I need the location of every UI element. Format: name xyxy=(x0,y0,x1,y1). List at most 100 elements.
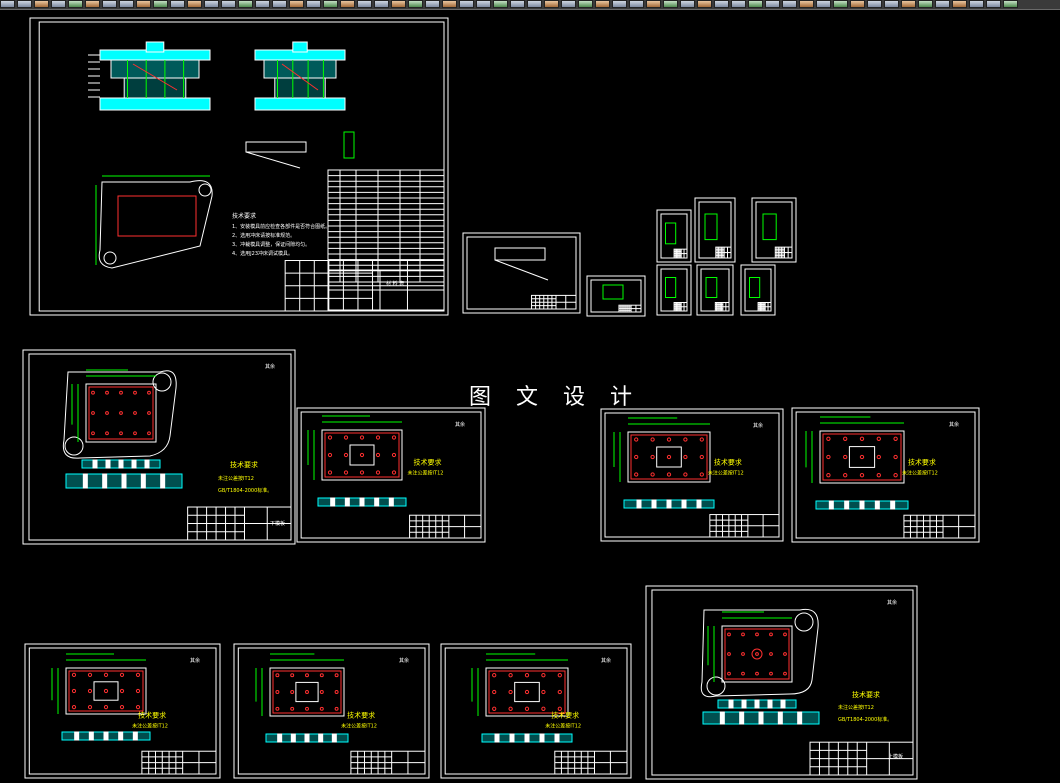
toolbar-tool-button[interactable] xyxy=(153,0,168,8)
side-view-hole xyxy=(494,733,500,743)
strip-layout-edge xyxy=(245,151,301,169)
toolbar-tool-button[interactable] xyxy=(969,0,984,8)
toolbar-tool-button[interactable] xyxy=(374,0,389,8)
toolbar-tool-button[interactable] xyxy=(425,0,440,8)
toolbar-tool-button[interactable] xyxy=(289,0,304,8)
toolbar-tool-button[interactable] xyxy=(935,0,950,8)
bolt-hole xyxy=(893,454,898,460)
tech-requirements-line: 3、冲裁模具调整，保证间隙均匀。 xyxy=(232,241,310,248)
toolbar-tool-button[interactable] xyxy=(459,0,474,8)
toolbar-tool-button[interactable] xyxy=(884,0,899,8)
part-detail xyxy=(705,277,718,298)
toolbar-tool-button[interactable] xyxy=(306,0,321,8)
side-view-hole xyxy=(118,731,124,741)
toolbar-tool-button[interactable] xyxy=(187,0,202,8)
sheet-frame-outer xyxy=(462,232,581,314)
toolbar-tool-button[interactable] xyxy=(544,0,559,8)
toolbar-tool-button[interactable] xyxy=(680,0,695,8)
toolbar-tool-button[interactable] xyxy=(663,0,678,8)
toolbar-tool-button[interactable] xyxy=(527,0,542,8)
toolbar-tool-button[interactable] xyxy=(272,0,287,8)
bolt-hole xyxy=(391,435,397,440)
bolt-hole xyxy=(327,435,333,440)
toolbar-tool-button[interactable] xyxy=(85,0,100,8)
toolbar-tool-button[interactable] xyxy=(221,0,236,8)
toolbar-tool-button[interactable] xyxy=(782,0,797,8)
tech-requirements-title: 技术要求 xyxy=(230,460,258,469)
toolbar-tool-button[interactable] xyxy=(765,0,780,8)
toolbar-tool-button[interactable] xyxy=(816,0,831,8)
bolt-hole xyxy=(843,473,848,478)
bolt-hole xyxy=(492,673,497,678)
bolt-hole xyxy=(327,452,333,458)
side-view-hole xyxy=(304,733,310,743)
side-view-hole xyxy=(344,497,350,507)
toolbar-tool-button[interactable] xyxy=(51,0,66,8)
toolbar-tool-button[interactable] xyxy=(170,0,185,8)
toolbar-tool-button[interactable] xyxy=(595,0,610,8)
bolt-hole xyxy=(699,472,704,477)
toolbar-tool-button[interactable] xyxy=(323,0,338,8)
side-view-hole xyxy=(88,731,94,741)
punch-hole xyxy=(751,648,763,660)
bolt-hole xyxy=(135,688,141,694)
toolbar-tool-button[interactable] xyxy=(102,0,117,8)
bolt-hole xyxy=(893,436,898,441)
toolbar-tool-button[interactable] xyxy=(136,0,151,8)
toolbar-tool-button[interactable] xyxy=(646,0,661,8)
toolbar-tool-button[interactable] xyxy=(68,0,83,8)
toolbar-tool-button[interactable] xyxy=(510,0,525,8)
tech-requirements-line: 未注公差按IT12 xyxy=(545,723,581,730)
toolbar-tool-button[interactable] xyxy=(867,0,882,8)
bolt-hole xyxy=(391,452,397,458)
bolt-hole xyxy=(135,672,141,678)
bolt-hole xyxy=(91,390,95,395)
toolbar-tool-button[interactable] xyxy=(901,0,916,8)
side-view-hole xyxy=(92,459,98,469)
bolt-hole xyxy=(133,390,137,395)
sheet-name-label: 下模板 xyxy=(270,520,285,527)
toolbar-tool-button[interactable] xyxy=(952,0,967,8)
side-view-hole xyxy=(121,473,127,489)
toolbar-tool-button[interactable] xyxy=(918,0,933,8)
toolbar-tool-button[interactable] xyxy=(442,0,457,8)
toolbar-tool-button[interactable] xyxy=(748,0,763,8)
toolbar-tool-button[interactable] xyxy=(799,0,814,8)
toolbar-tool-button[interactable] xyxy=(119,0,134,8)
toolbar-tool-button[interactable] xyxy=(357,0,372,8)
toolbar-tool-button[interactable] xyxy=(629,0,644,8)
lower-die-plate xyxy=(254,97,346,111)
toolbar-tool-button[interactable] xyxy=(391,0,406,8)
bolt-hole xyxy=(91,431,95,436)
toolbar-tool-button[interactable] xyxy=(0,0,15,8)
toolbar-tool-button[interactable] xyxy=(850,0,865,8)
tech-requirements-title: 技术要求 xyxy=(714,457,742,466)
toolbar-tool-button[interactable] xyxy=(986,0,1001,8)
bolt-hole xyxy=(375,435,381,440)
toolbar-tool-button[interactable] xyxy=(476,0,491,8)
toolbar-tool-button[interactable] xyxy=(697,0,712,8)
toolbar-tool-button[interactable] xyxy=(17,0,32,8)
toolbar-tool-button[interactable] xyxy=(204,0,219,8)
bolt-hole xyxy=(508,706,513,711)
side-view-hole xyxy=(539,733,545,743)
toolbar-tool-button[interactable] xyxy=(578,0,593,8)
tech-requirements-line: 未注公差按IT12 xyxy=(838,704,874,711)
roughness-symbol: 其余 xyxy=(455,421,465,428)
toolbar-tool-button[interactable] xyxy=(833,0,848,8)
toolbar-tool-button[interactable] xyxy=(714,0,729,8)
toolbar-tool-button[interactable] xyxy=(238,0,253,8)
toolbar-tool-button[interactable] xyxy=(408,0,423,8)
toolbar-tool-button[interactable] xyxy=(493,0,508,8)
toolbar-tool-button[interactable] xyxy=(340,0,355,8)
toolbar-tool-button[interactable] xyxy=(731,0,746,8)
strip-layout xyxy=(494,247,546,261)
toolbar-tool-button[interactable] xyxy=(561,0,576,8)
toolbar-tool-button[interactable] xyxy=(34,0,49,8)
toolbar-tool-button[interactable] xyxy=(612,0,627,8)
side-view-hole xyxy=(797,711,803,725)
bolt-hole xyxy=(319,706,324,711)
toolbar-tool-button[interactable] xyxy=(1003,0,1018,8)
toolbar-tool-button[interactable] xyxy=(255,0,270,8)
bolt-hole xyxy=(541,673,546,678)
